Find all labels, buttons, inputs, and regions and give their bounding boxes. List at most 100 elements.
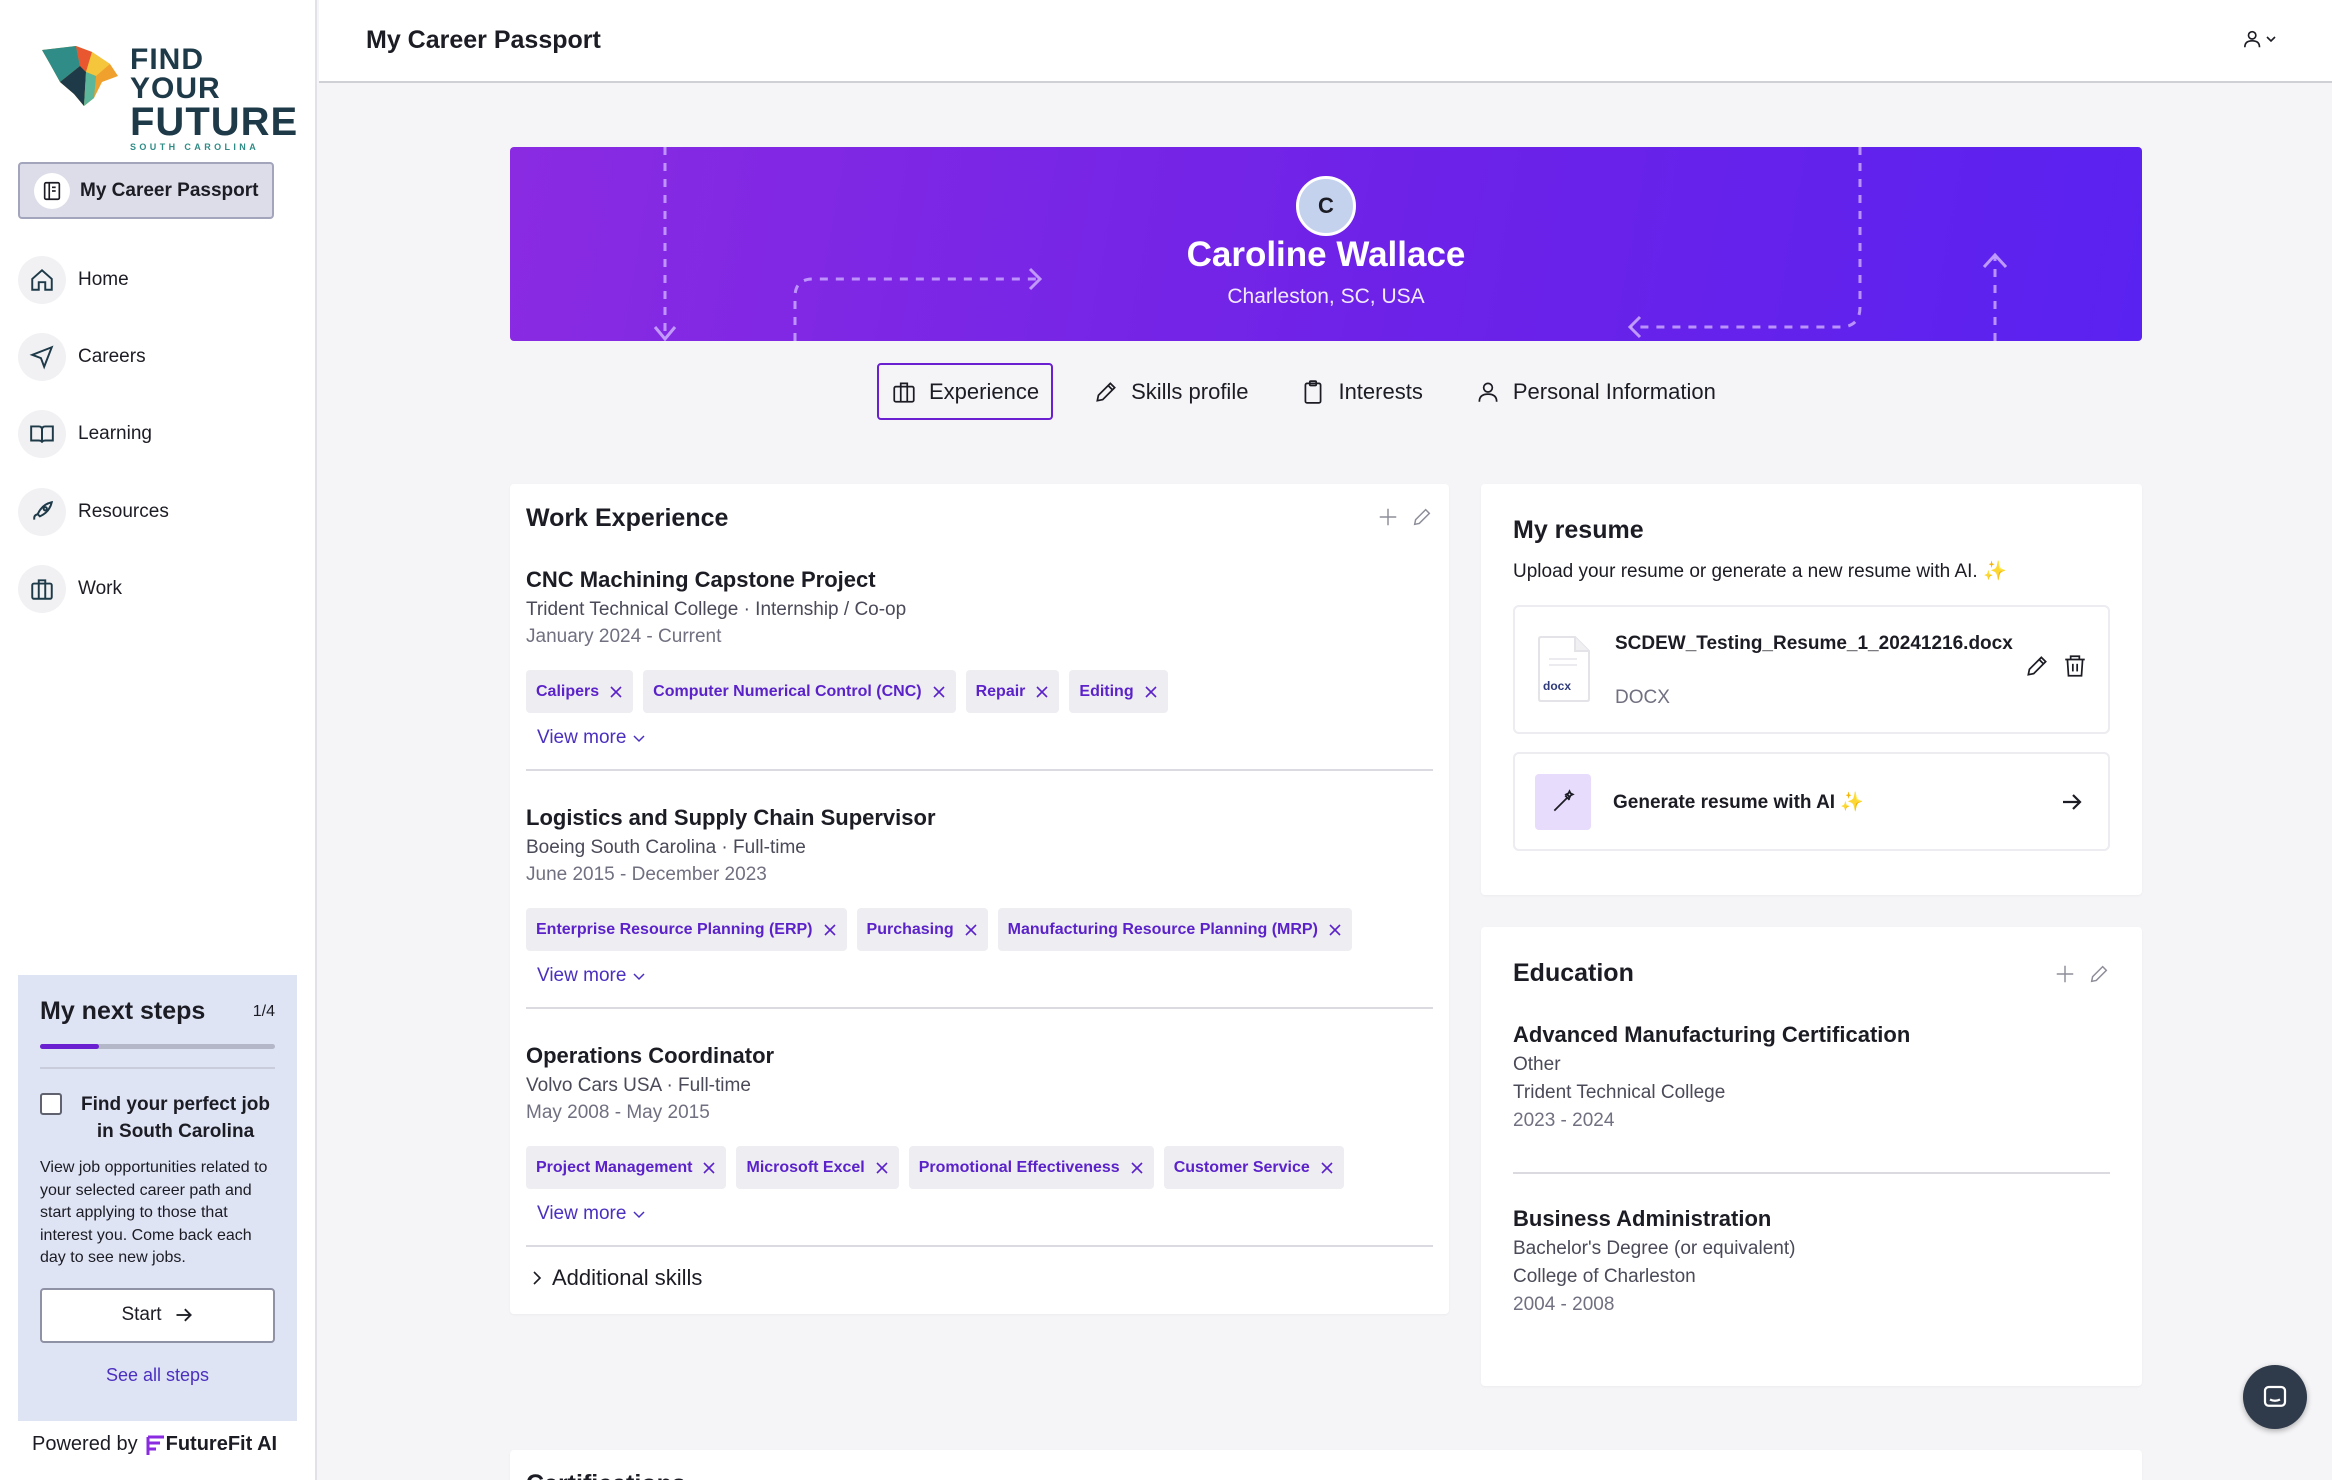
- view-more-label: View more: [537, 727, 627, 748]
- arrow-right-icon: [176, 1308, 192, 1322]
- start-button-label: Start: [121, 1304, 162, 1325]
- close-icon[interactable]: [1320, 1161, 1334, 1175]
- sidebar-item-label: Resources: [78, 501, 169, 522]
- sidebar-item-careers[interactable]: Careers: [18, 331, 146, 383]
- skill-chip[interactable]: Enterprise Resource Planning (ERP): [526, 908, 847, 951]
- education-degree: Advanced Manufacturing Certification: [1513, 1022, 1911, 1047]
- sidebar-item-my-career-passport[interactable]: My Career Passport: [18, 162, 274, 219]
- avatar: C: [1296, 176, 1356, 236]
- chevron-down-icon: [633, 973, 645, 981]
- job-entry: CNC Machining Capstone Project Trident T…: [526, 567, 1433, 771]
- next-steps-title: My next steps: [40, 997, 206, 1025]
- rocket-icon: [18, 488, 66, 536]
- sidebar-item-learning[interactable]: Learning: [18, 408, 152, 460]
- close-icon[interactable]: [932, 685, 946, 699]
- close-icon[interactable]: [1035, 685, 1049, 699]
- add-icon[interactable]: [1377, 506, 1399, 528]
- education-school: College of Charleston: [1513, 1266, 1696, 1287]
- view-more-link[interactable]: View more: [537, 965, 1433, 987]
- close-icon[interactable]: [609, 685, 623, 699]
- skill-chip[interactable]: Repair: [965, 670, 1060, 713]
- close-icon[interactable]: [1328, 923, 1342, 937]
- skill-chip-label: Manufacturing Resource Planning (MRP): [1007, 920, 1318, 938]
- user-icon: [2244, 30, 2261, 48]
- task-checkbox[interactable]: [40, 1093, 62, 1115]
- edit-icon[interactable]: [2024, 653, 2050, 679]
- additional-skills-label: Additional skills: [552, 1265, 703, 1290]
- edit-icon[interactable]: [1411, 506, 1433, 528]
- trash-icon[interactable]: [2062, 653, 2088, 679]
- sidebar-item-work[interactable]: Work: [18, 563, 122, 615]
- topbar: My Career Passport: [319, 0, 2332, 83]
- education-type: Bachelor's Degree (or equivalent): [1513, 1238, 1796, 1259]
- resume-file[interactable]: docx SCDEW_Testing_Resume_1_20241216.doc…: [1513, 605, 2110, 734]
- user-menu-button[interactable]: [2243, 28, 2277, 50]
- home-icon: [18, 256, 66, 304]
- close-icon[interactable]: [1144, 685, 1158, 699]
- job-company: Volvo Cars USA · Full-time: [526, 1075, 751, 1096]
- find-your-future-logo[interactable]: FIND YOUR FUTURE SOUTH CAROLINA: [40, 42, 297, 151]
- profile-name: Caroline Wallace: [1186, 235, 1466, 274]
- see-all-steps-link[interactable]: See all steps: [40, 1365, 275, 1386]
- education-type: Other: [1513, 1054, 1561, 1075]
- education-entry: Business Administration Bachelor's Degre…: [1513, 1206, 2110, 1316]
- skill-chip-label: Calipers: [536, 682, 600, 700]
- sidebar-item-home[interactable]: Home: [18, 254, 129, 306]
- chat-launcher-button[interactable]: [2243, 1365, 2307, 1429]
- tab-personal-information[interactable]: Personal Information: [1463, 363, 1728, 420]
- tab-experience[interactable]: Experience: [877, 363, 1054, 420]
- view-more-label: View more: [537, 1203, 627, 1224]
- close-icon[interactable]: [875, 1161, 889, 1175]
- futurefit-brand[interactable]: FutureFit AI: [146, 1433, 277, 1456]
- divider: [40, 1067, 275, 1069]
- edit-icon[interactable]: [2088, 963, 2110, 985]
- sidebar-item-resources[interactable]: Resources: [18, 486, 169, 538]
- close-icon[interactable]: [823, 923, 837, 937]
- skill-chip[interactable]: Customer Service: [1163, 1146, 1344, 1189]
- skill-chip[interactable]: Computer Numerical Control (CNC): [643, 670, 956, 713]
- education-date: 2004 - 2008: [1513, 1294, 1615, 1315]
- close-icon[interactable]: [702, 1161, 716, 1175]
- certifications-card: Certifications: [510, 1450, 2142, 1480]
- task-description: View job opportunities related to your s…: [40, 1159, 268, 1266]
- close-icon[interactable]: [964, 923, 978, 937]
- skill-chip[interactable]: Calipers: [526, 670, 634, 713]
- powered-by: Powered by FutureFit AI: [32, 1433, 277, 1456]
- view-more-link[interactable]: View more: [537, 1203, 1433, 1225]
- close-icon[interactable]: [1130, 1161, 1144, 1175]
- skill-chip-label: Microsoft Excel: [746, 1158, 865, 1176]
- divider: [526, 1007, 1433, 1009]
- start-button[interactable]: Start: [40, 1287, 275, 1343]
- powered-by-label: Powered by: [32, 1433, 138, 1455]
- skill-chip[interactable]: Project Management: [526, 1146, 727, 1189]
- next-steps-panel: My next steps 1/4 Find your perfect job …: [18, 975, 297, 1421]
- skill-chip[interactable]: Manufacturing Resource Planning (MRP): [997, 908, 1352, 951]
- chat-icon: [2263, 1385, 2287, 1407]
- tab-label: Experience: [929, 378, 1040, 404]
- sidebar-item-label: Work: [78, 578, 122, 599]
- passport-icon: [34, 172, 70, 209]
- tab-skills-profile[interactable]: Skills profile: [1081, 363, 1260, 420]
- chevron-down-icon: [633, 1211, 645, 1219]
- generate-resume-ai-button[interactable]: Generate resume with AI ✨: [1513, 752, 2110, 851]
- tab-interests[interactable]: Interests: [1288, 363, 1434, 420]
- skill-chip[interactable]: Microsoft Excel: [736, 1146, 899, 1189]
- chevron-down-icon: [2266, 36, 2276, 43]
- view-more-link[interactable]: View more: [537, 727, 1433, 749]
- chevron-right-icon: [533, 1271, 542, 1285]
- skill-chip-label: Computer Numerical Control (CNC): [653, 682, 922, 700]
- divider: [1513, 1172, 2110, 1174]
- file-name: SCDEW_Testing_Resume_1_20241216.docx: [1615, 633, 2013, 654]
- briefcase-icon: [893, 381, 915, 403]
- additional-skills-toggle[interactable]: Additional skills: [526, 1265, 1433, 1291]
- magic-wand-icon: [1535, 774, 1591, 830]
- skill-chip-label: Promotional Effectiveness: [918, 1158, 1120, 1176]
- job-title: Logistics and Supply Chain Supervisor: [526, 805, 936, 830]
- user-icon: [1478, 381, 1498, 402]
- add-icon[interactable]: [2054, 963, 2076, 985]
- skill-chip[interactable]: Editing: [1069, 670, 1168, 713]
- skill-chip[interactable]: Promotional Effectiveness: [908, 1146, 1154, 1189]
- skill-chip[interactable]: Purchasing: [856, 908, 988, 951]
- task-title: Find your perfect job in South Carolina: [81, 1094, 270, 1142]
- job-date: May 2008 - May 2015: [526, 1102, 710, 1123]
